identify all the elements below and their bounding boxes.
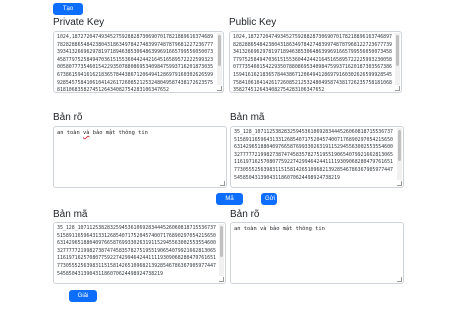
encrypt-ciphertext-textarea[interactable]: 35_128_107112538283259453610692834445260…: [230, 126, 404, 188]
private-key-textarea[interactable]: 1024,18727204749345275928828730690701782…: [53, 31, 224, 93]
scrollbar[interactable]: [217, 33, 222, 85]
scrollbar[interactable]: [219, 224, 224, 276]
resize-handle[interactable]: [395, 86, 400, 91]
resize-handle[interactable]: [219, 277, 224, 282]
decrypt-ciphertext-value: 35_128_107112538283259453610692834445260…: [57, 225, 216, 277]
decrypt-button[interactable]: Giải mã: [69, 290, 97, 311]
public-key-textarea[interactable]: 1024,18727204749345275928828730690701782…: [229, 31, 402, 93]
scrollbar-thumb[interactable]: [218, 35, 221, 67]
public-key-value: 1024,18727204749345275928828730690701782…: [233, 34, 392, 93]
encrypt-plaintext-label: Bản rõ: [53, 112, 83, 123]
public-key-label: Public Key: [229, 17, 277, 28]
private-key-value: 1024,18727204749345275928828730690701782…: [57, 34, 214, 93]
decrypt-ciphertext-textarea[interactable]: 35_128_107112538283259453610692834445260…: [53, 222, 226, 284]
decrypt-ciphertext-label: Bản mã: [53, 209, 88, 220]
scrollbar-thumb[interactable]: [396, 35, 399, 67]
encrypt-plaintext-textarea[interactable]: an toàn và bảo mật thông tin: [53, 126, 227, 188]
resize-handle[interactable]: [217, 86, 222, 91]
scrollbar-thumb[interactable]: [220, 226, 223, 258]
encrypt-button[interactable]: Mã hóa: [216, 193, 243, 214]
resize-handle[interactable]: [220, 181, 225, 186]
resize-handle[interactable]: [397, 277, 402, 282]
encrypt-ciphertext-label: Bản mã: [230, 112, 265, 123]
resize-handle[interactable]: [397, 181, 402, 186]
generate-key-button[interactable]: Tạo khoá: [53, 3, 83, 24]
decrypt-plaintext-value: an toàn và bảo mật thông tin: [234, 226, 325, 232]
scrollbar[interactable]: [397, 128, 402, 180]
send-button[interactable]: Gửi: [261, 193, 277, 205]
private-key-label: Private Key: [53, 17, 105, 28]
scrollbar-thumb[interactable]: [398, 130, 401, 162]
decrypt-plaintext-textarea[interactable]: an toàn và bảo mật thông tin: [230, 222, 404, 284]
encrypt-plaintext-value: an toàn và bảo mật thông tin: [57, 130, 148, 136]
decrypt-plaintext-label: Bản rõ: [230, 209, 260, 220]
encrypt-ciphertext-value: 35_128_107112538283259453610692834445260…: [234, 129, 393, 181]
scrollbar[interactable]: [395, 33, 400, 85]
